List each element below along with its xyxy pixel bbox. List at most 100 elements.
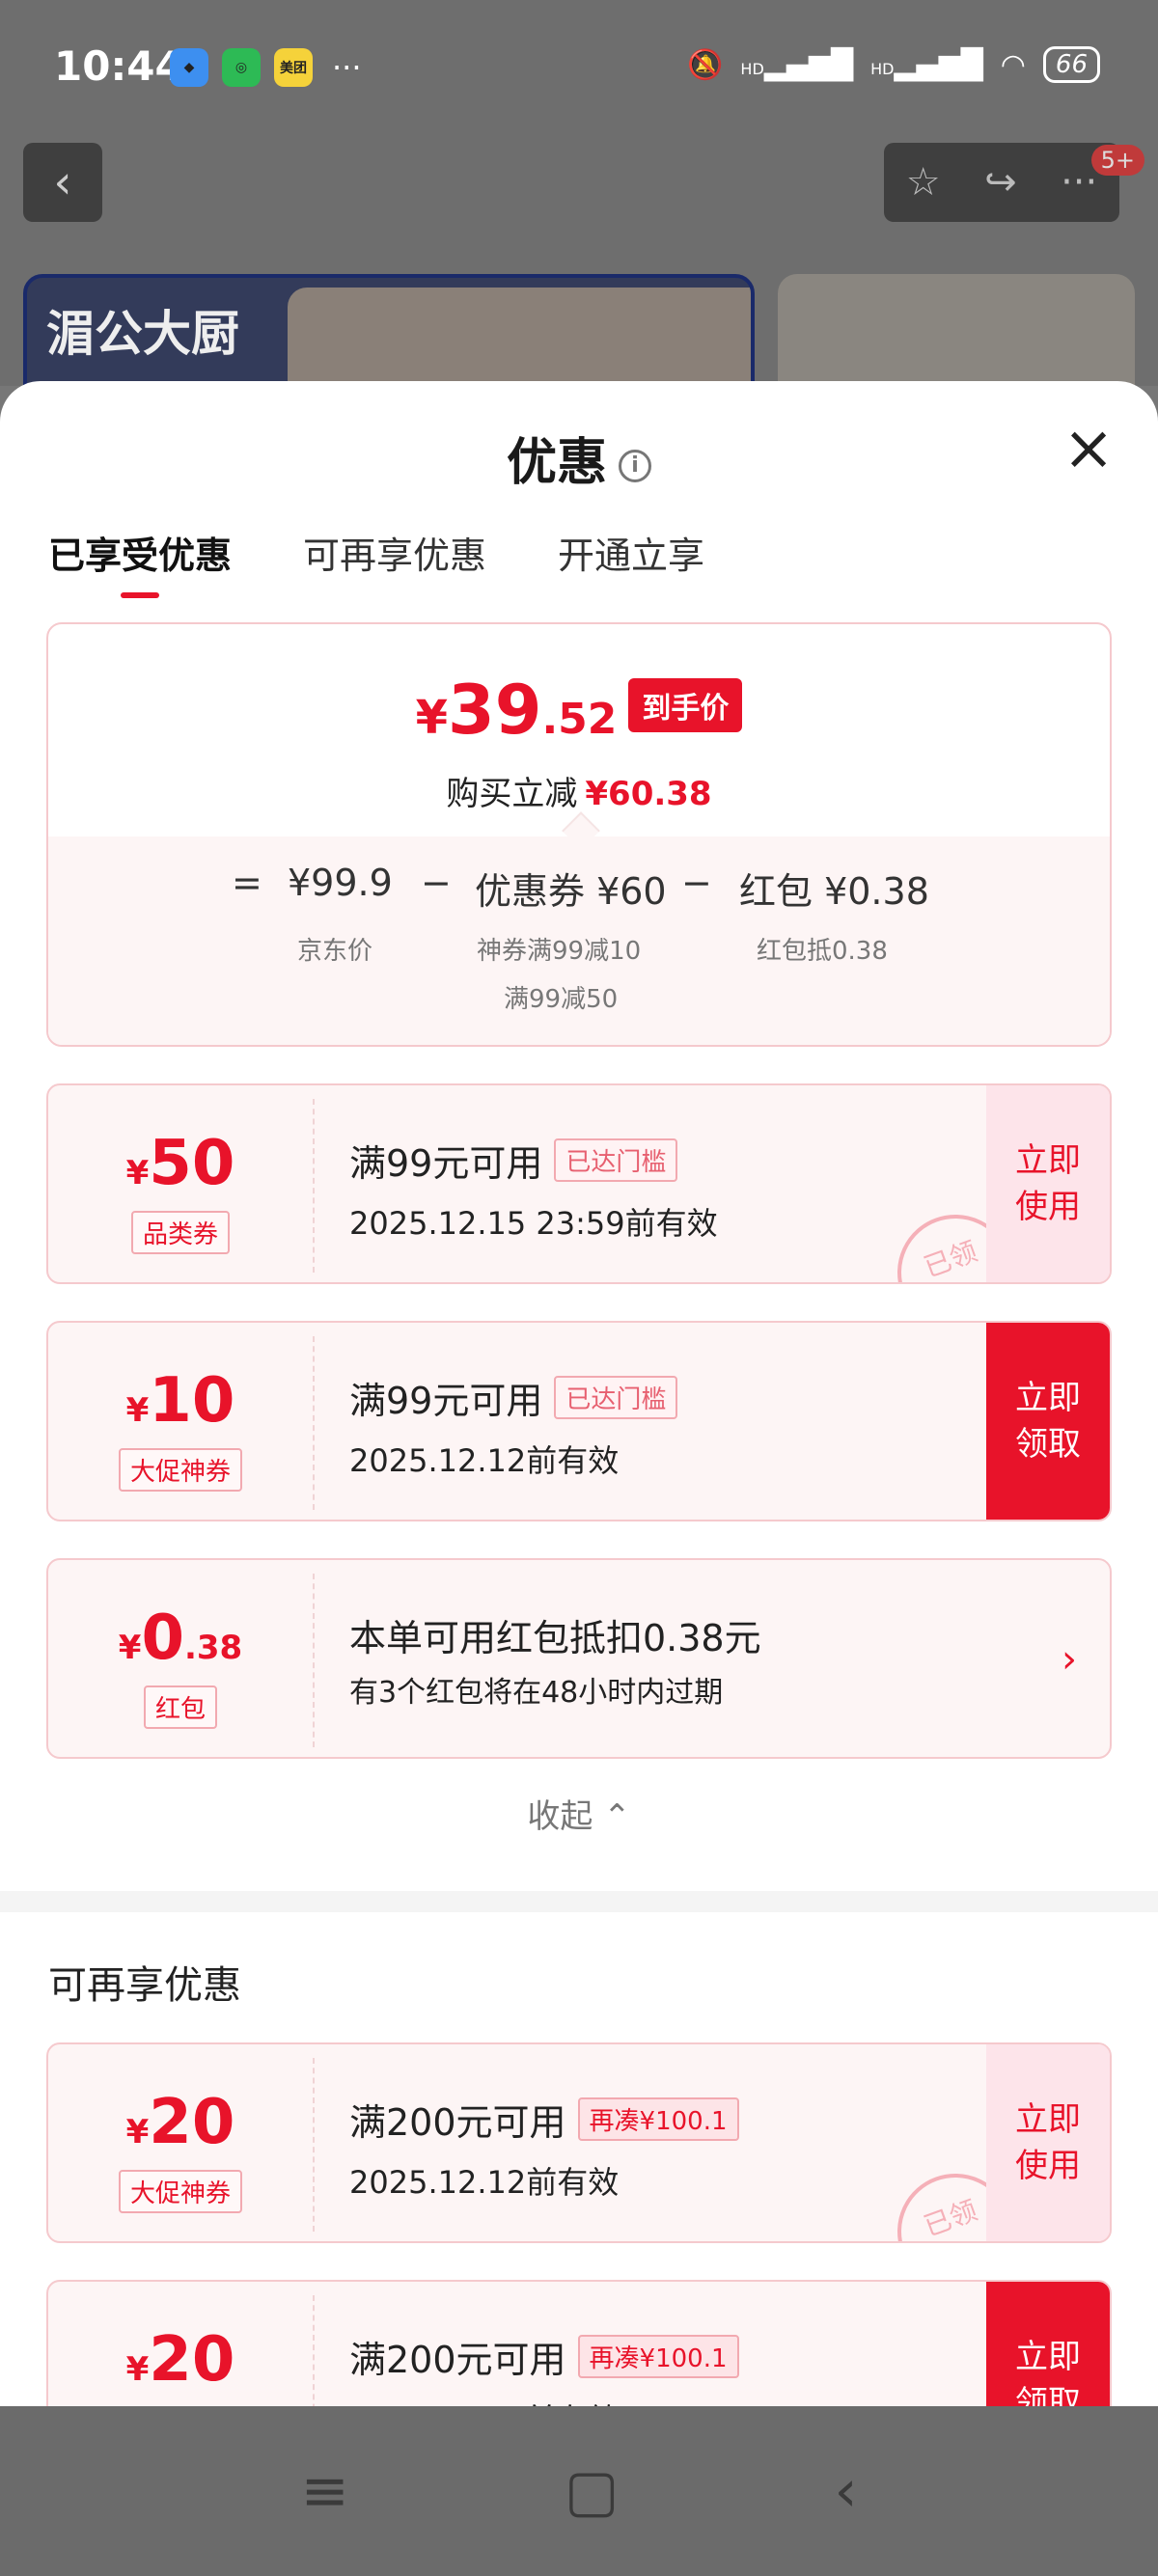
coupon-detail-1: 神券满99减10 (477, 937, 642, 966)
share-icon[interactable]: ↪ (984, 160, 1017, 205)
system-icons: 🔕 HD▂▄▆█ HD▂▄▆█ ◠ 66 (687, 46, 1100, 83)
coupon-type: 品类券 (130, 1211, 231, 1254)
sheet-title-text: 优惠 (506, 434, 607, 492)
saving-value: ¥60.38 (585, 775, 712, 813)
coupon-yen: ¥ (118, 1629, 142, 1667)
coupon-total: 优惠券 ¥60 (475, 870, 667, 913)
home-square-icon[interactable]: ▢ (565, 2457, 620, 2525)
coupon-amount: 10 (149, 1365, 235, 1437)
back-triangle-icon[interactable]: ‹ (834, 2457, 857, 2525)
price-breakdown: = ¥99.9 − 优惠券 ¥60 − 红包 ¥0.38 京东价 神券满99减1… (48, 836, 1110, 1045)
battery-icon: 66 (1042, 46, 1100, 83)
coupon-yen: ¥ (125, 1391, 150, 1430)
chevron-left-icon: ‹ (53, 155, 72, 209)
price-summary-card: ¥39.52 到手价 购买立减 ¥60.38 = ¥99.9 − 优惠券 ¥60 −… (46, 622, 1112, 1047)
saving-label: 购买立减 (446, 775, 578, 813)
price-decimal: .52 (541, 695, 618, 744)
coupon-condition-text: 满200元可用 (349, 2339, 566, 2381)
minus-sign-1: − (421, 862, 452, 904)
jd-price-label: 京东价 (297, 937, 373, 966)
coupon-type: 大促神券 (118, 2170, 243, 2213)
section-title: 可再享优惠 (48, 1963, 241, 2008)
tab-enjoyed[interactable]: 已享受优惠 (48, 526, 232, 598)
discount-sheet: 优惠 i × 已享受优惠 可再享优惠 开通立享 ¥39.52 到手价 购买立减 ¥60… (0, 381, 1158, 2407)
top-action-bar: ☆ ↪ ··· (884, 143, 1119, 222)
use-now-button[interactable]: 立即 使用 (986, 2044, 1110, 2241)
coupon-condition-text: 满200元可用 (349, 2101, 566, 2144)
coupon-condition: 满200元可用 再凑¥100.1 (349, 2093, 739, 2146)
back-button[interactable]: ‹ (23, 143, 102, 222)
claim-now-button[interactable]: 立即 领取 (986, 2282, 1110, 2407)
star-icon[interactable]: ☆ (906, 160, 941, 205)
redpacket-detail: 红包抵0.38 (757, 937, 888, 966)
coupon-card: ¥50 品类券 满99元可用 已达门槛 2025.12.15 23:59前有效 已… (46, 1083, 1112, 1284)
coupon-amount: 50 (149, 1128, 235, 1199)
redpacket-expiry: 有3个红包将在48小时内过期 (349, 1676, 724, 1710)
redpacket-condition: 本单可用红包抵扣0.38元 (349, 1617, 761, 1659)
coupon-yen: ¥ (125, 2350, 150, 2389)
system-nav-bar: ≡ ▢ ‹ (0, 2406, 1158, 2576)
status-bar: 10:44 ◆ ◎ 美团 ··· 🔕 HD▂▄▆█ HD▂▄▆█ ◠ 66 (0, 0, 1158, 135)
minus-sign-2: − (681, 862, 712, 904)
redpacket-total: 红包 ¥0.38 (739, 870, 929, 913)
close-icon[interactable]: × (1062, 418, 1116, 480)
jd-price: ¥99.9 (288, 862, 393, 904)
status-time: 10:44 (54, 42, 183, 90)
mute-icon: 🔕 (687, 47, 724, 82)
info-icon[interactable]: i (619, 450, 651, 482)
chevron-right-icon: › (1062, 1637, 1077, 1682)
menu-icon[interactable]: ≡ (301, 2457, 349, 2525)
coupon-amount: 20 (149, 2087, 235, 2158)
wechat-icon: ◎ (222, 48, 261, 87)
tab-more-available[interactable]: 可再享优惠 (303, 526, 486, 598)
coupon-card: ¥20 大促神券 满200元可用 再凑¥100.1 2025.12.12前有效 已… (46, 2042, 1112, 2243)
brand-logo: 湄公大厨 (46, 305, 239, 362)
final-price: ¥39.52 到手价 (48, 671, 1110, 750)
coupon-condition: 满99元可用 已达门槛 (349, 1371, 678, 1424)
meituan-icon: 美团 (274, 48, 313, 87)
section-divider (0, 1891, 1158, 1912)
coupon-condition: 满99元可用 已达门槛 (349, 1134, 678, 1187)
threshold-badge: 已达门槛 (554, 1376, 678, 1419)
currency-symbol: ¥ (415, 691, 449, 745)
coupon-condition: 满200元可用 再凑¥100.1 (349, 2330, 739, 2383)
wifi-icon: ◠ (1000, 47, 1026, 82)
coupon-amount: 20 (149, 2324, 235, 2396)
redpacket-card[interactable]: ¥0.38 红包 本单可用红包抵扣0.38元 有3个红包将在48小时内过期 › (46, 1558, 1112, 1759)
saving-line: 购买立减 ¥60.38 (48, 767, 1110, 814)
coupon-yen: ¥ (125, 2113, 150, 2151)
signal-icon-1: HD▂▄▆█ (740, 47, 854, 82)
message-badge: 5+ (1090, 145, 1144, 176)
tab-bar: 已享受优惠 可再享优惠 开通立享 (48, 526, 704, 598)
coupon-detail-2: 满99减50 (504, 985, 619, 1014)
use-now-label: 立即 使用 (1015, 1141, 1081, 1226)
top-up-badge: 再凑¥100.1 (577, 2335, 739, 2378)
tab-activate[interactable]: 开通立享 (558, 526, 704, 598)
app-notification-icons: ◆ ◎ 美团 ··· (170, 48, 362, 87)
coupon-amount: 0 (141, 1603, 184, 1674)
coupon-type: 红包 (143, 1685, 218, 1729)
claim-now-label: 立即 领取 (1015, 2338, 1081, 2407)
coupon-type: 大促神券 (118, 1448, 243, 1492)
coupon-card: ¥10 大促神券 满99元可用 已达门槛 2025.12.12前有效 立即 领取 (46, 1321, 1112, 1521)
coupon-validity: 2025.12.12前有效 (349, 2164, 620, 2201)
claim-now-button[interactable]: 立即 领取 (986, 1323, 1110, 1520)
collapse-button[interactable]: 收起 ⌃ (0, 1790, 1158, 1837)
use-now-button[interactable]: 立即 使用 (986, 1085, 1110, 1282)
signal-icon-2: HD▂▄▆█ (870, 47, 983, 82)
coupon-yen: ¥ (125, 1154, 150, 1192)
coupon-validity: 2025.12.12前有效 (349, 1442, 620, 1479)
coupon-card: ¥20 满200元可用再凑¥100.1 2025.12.12前有效 立即 领取 (46, 2280, 1112, 2407)
claim-now-label: 立即 领取 (1015, 1379, 1081, 1464)
coupon-condition-text: 满99元可用 (349, 1380, 543, 1422)
sheet-title: 优惠 i (0, 422, 1158, 494)
more-icon[interactable]: ··· (1061, 160, 1097, 205)
threshold-badge: 已达门槛 (554, 1138, 678, 1182)
top-up-badge: 再凑¥100.1 (577, 2097, 739, 2141)
more-notifications-icon: ··· (332, 49, 362, 86)
final-price-tag: 到手价 (628, 678, 743, 732)
price-integer: 39 (448, 671, 542, 750)
use-now-label: 立即 使用 (1015, 2100, 1081, 2185)
coupon-validity: 2025.12.15 23:59前有效 (349, 1205, 718, 1242)
coupon-amount-decimal: .38 (183, 1629, 243, 1667)
